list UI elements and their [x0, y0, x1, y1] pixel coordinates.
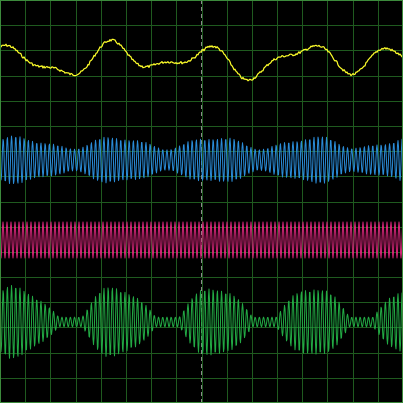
oscilloscope-display [0, 0, 403, 403]
scope-background [0, 0, 403, 403]
scope-canvas [0, 0, 403, 403]
